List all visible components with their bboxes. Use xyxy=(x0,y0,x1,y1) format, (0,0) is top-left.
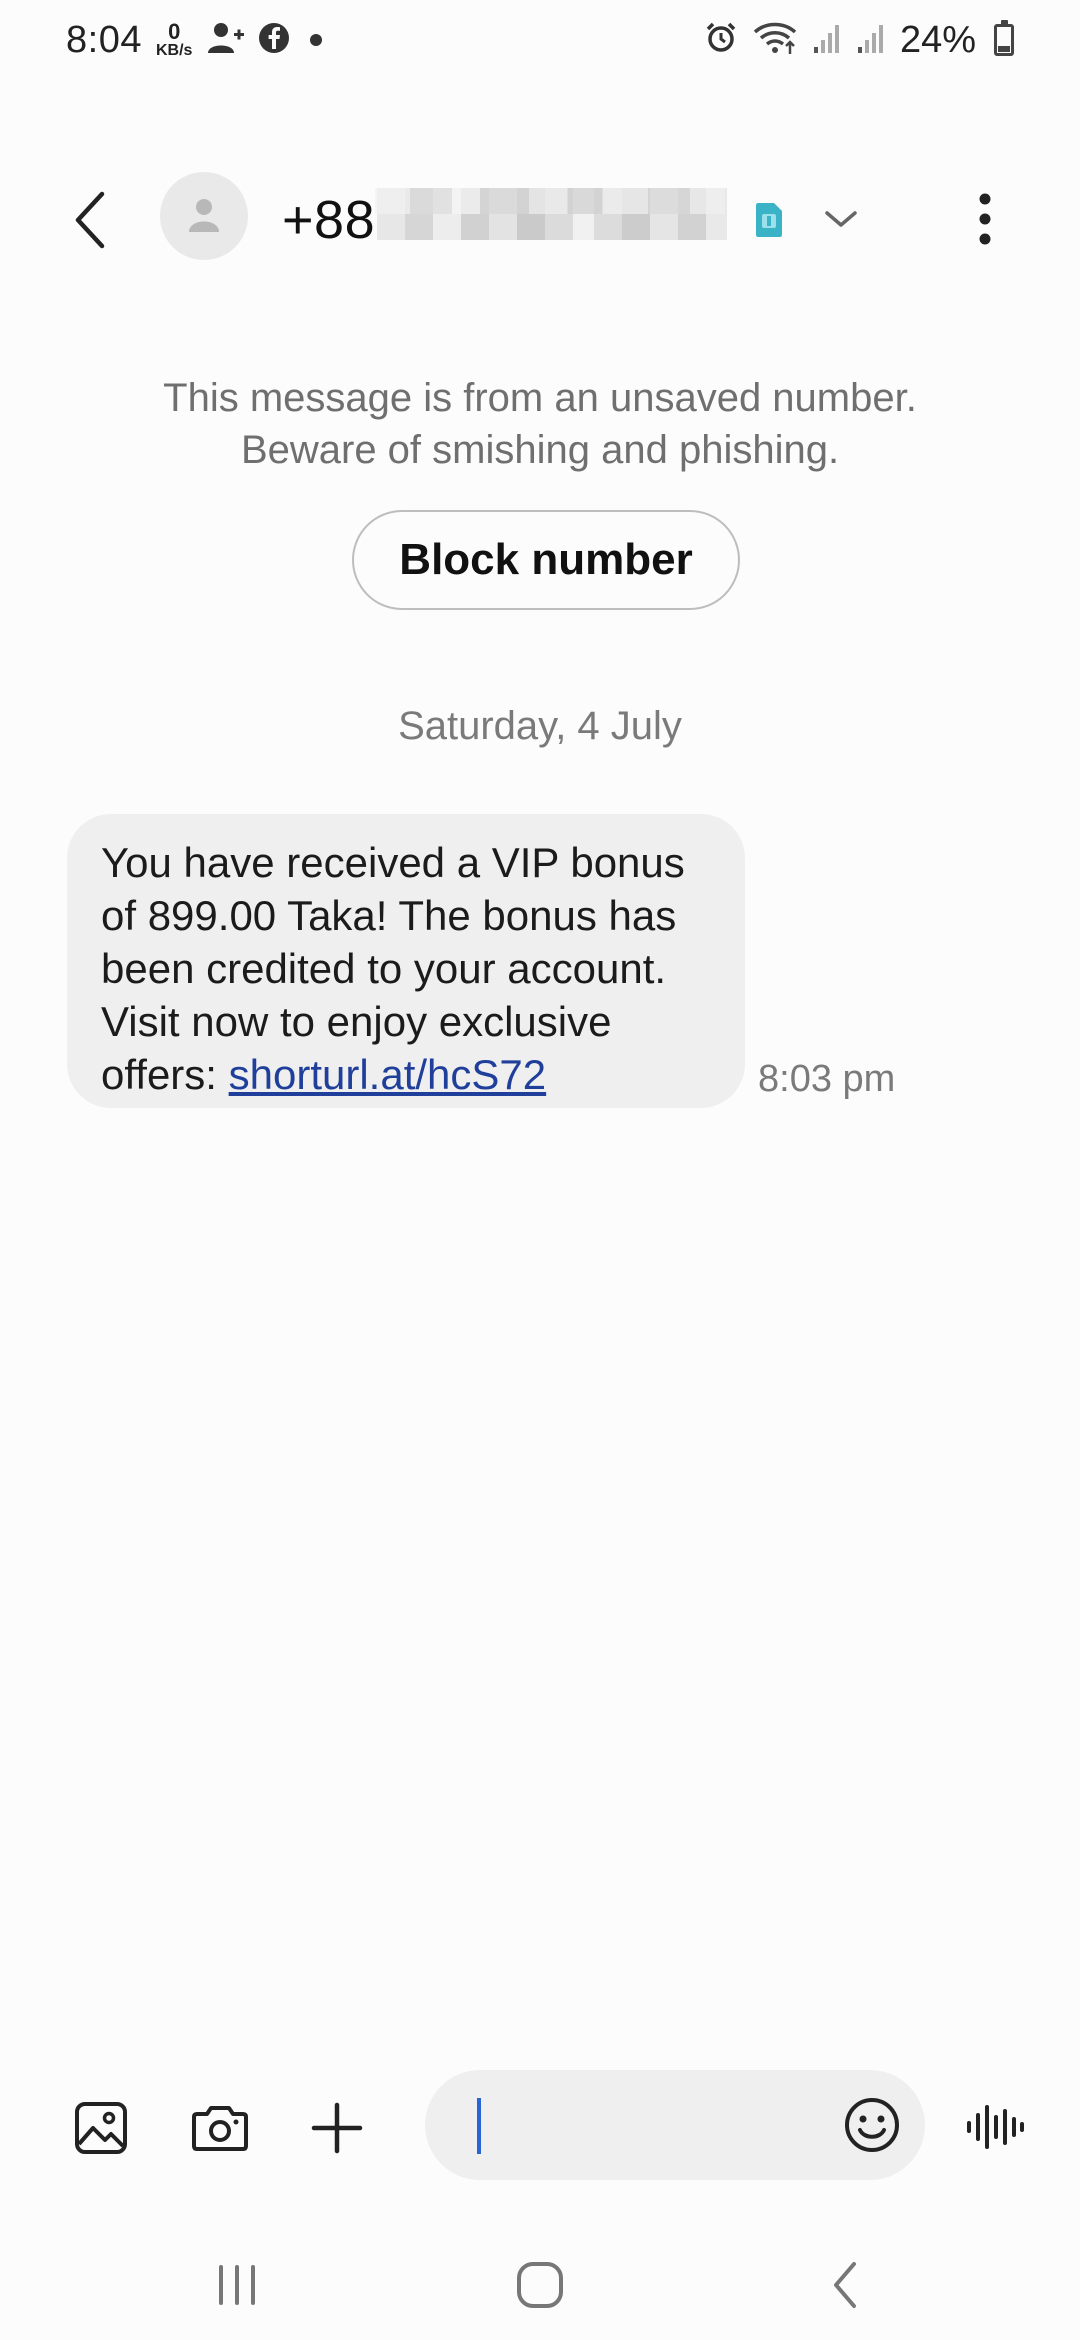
back-nav-icon xyxy=(834,2262,856,2308)
status-time: 8:04 xyxy=(66,18,142,61)
wifi-icon xyxy=(752,20,798,61)
date-separator: Saturday, 4 July xyxy=(398,704,682,748)
message-input-container[interactable] xyxy=(425,2070,925,2180)
system-nav-bar xyxy=(0,2220,1080,2340)
message-bubble[interactable]: You have received a VIP bonus of 899.00 … xyxy=(67,814,745,1108)
nav-back-button[interactable] xyxy=(810,2250,880,2320)
chevron-down-icon xyxy=(825,211,857,227)
text-cursor xyxy=(477,2098,481,2154)
more-options-button[interactable] xyxy=(955,184,1015,254)
gallery-icon xyxy=(75,2102,127,2154)
redacted-number xyxy=(375,187,728,253)
camera-button[interactable] xyxy=(190,2098,250,2158)
message-input[interactable] xyxy=(465,2090,825,2160)
expand-contact-button[interactable] xyxy=(818,196,864,242)
facebook-icon xyxy=(258,22,290,59)
voice-icon xyxy=(967,2105,1024,2149)
alarm-icon xyxy=(704,21,738,60)
back-icon xyxy=(75,191,105,249)
contact-number-visible: +88 xyxy=(282,190,376,250)
contact-number[interactable]: +88 xyxy=(282,180,728,260)
unsaved-number-warning: This message is from an unsaved number. … xyxy=(0,372,1080,476)
dot-icon xyxy=(310,34,323,46)
message-link[interactable]: shorturl.at/hcS72 xyxy=(229,1051,547,1098)
home-button[interactable] xyxy=(505,2250,575,2320)
camera-icon xyxy=(192,2106,248,2151)
signal-icon xyxy=(856,21,886,60)
status-right: 24% xyxy=(704,19,1014,62)
messages-screen: 8:04 0 KB/s 24% +88 This message is from… xyxy=(0,0,1080,2340)
avatar[interactable] xyxy=(160,172,248,260)
status-bar: 8:04 0 KB/s 24% xyxy=(0,0,1080,80)
message-time: 8:03 pm xyxy=(758,1058,896,1100)
emoji-icon xyxy=(845,2098,899,2152)
net-speed-value: 0 xyxy=(168,19,181,44)
back-button[interactable] xyxy=(60,190,120,250)
signal-icon xyxy=(812,21,842,60)
battery-percent: 24% xyxy=(899,18,976,61)
conversation-header: +88 xyxy=(0,160,1080,280)
add-attachment-button[interactable] xyxy=(307,2098,367,2158)
home-icon xyxy=(517,2262,563,2308)
sim-icon xyxy=(756,203,782,237)
net-speed-unit: KB/s xyxy=(155,42,193,59)
voice-record-button[interactable] xyxy=(964,2096,1026,2158)
person-add-icon xyxy=(206,21,245,60)
recent-apps-icon xyxy=(219,2265,255,2305)
warning-line-1: This message is from an unsaved number. xyxy=(163,376,917,420)
recent-apps-button[interactable] xyxy=(202,2250,272,2320)
emoji-button[interactable] xyxy=(841,2094,903,2156)
sim-badge xyxy=(752,200,786,240)
battery-icon xyxy=(994,20,1014,56)
more-vert-icon xyxy=(979,193,991,245)
gallery-button[interactable] xyxy=(71,2098,131,2158)
warning-line-2: Beware of smishing and phishing. xyxy=(240,428,840,472)
block-number-button[interactable]: Block number xyxy=(352,510,740,610)
plus-icon xyxy=(311,2102,363,2154)
status-left: 8:04 0 KB/s xyxy=(66,18,323,62)
avatar-icon xyxy=(189,199,219,232)
net-speed: 0 KB/s xyxy=(156,21,192,59)
